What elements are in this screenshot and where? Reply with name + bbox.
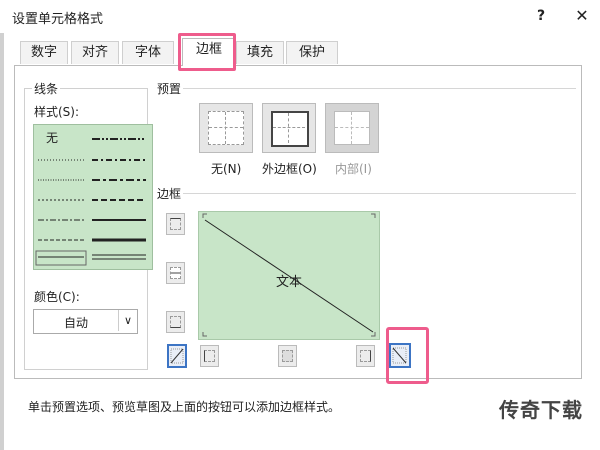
- chevron-down-icon[interactable]: ∨: [118, 310, 137, 331]
- line-style-samples: [35, 138, 146, 266]
- preset-outline-icon: [271, 111, 309, 147]
- border-bottom-button[interactable]: [166, 311, 185, 333]
- help-button[interactable]: ?: [531, 6, 551, 26]
- color-label: 颜色(C):: [32, 288, 82, 305]
- line-group-label: 线条: [32, 80, 61, 97]
- border-inside-vertical-button[interactable]: [278, 345, 297, 367]
- preset-none-button[interactable]: [199, 103, 253, 153]
- close-button[interactable]: ✕: [572, 6, 592, 26]
- window-edge: [0, 33, 4, 450]
- title-bar: 设置单元格格式 ? ✕: [0, 0, 600, 32]
- watermark: 传奇下载: [499, 398, 583, 422]
- color-value: 自动: [64, 316, 89, 330]
- preset-inside-label: 内部(I): [335, 162, 372, 176]
- preset-none-label: 无(N): [211, 162, 242, 176]
- style-label: 样式(S):: [32, 103, 82, 120]
- diagonal-up-icon: [170, 348, 184, 364]
- window-title: 设置单元格格式: [12, 12, 104, 27]
- border-inside-horizontal-button[interactable]: [166, 262, 185, 284]
- tab-protection[interactable]: 保护: [286, 41, 338, 64]
- line-style-selected: [35, 250, 87, 266]
- tab-alignment[interactable]: 对齐: [71, 41, 119, 64]
- preview-text: 文本: [276, 275, 303, 290]
- hint-text: 单击预置选项、预览草图及上面的按钮可以添加边框样式。: [28, 400, 341, 414]
- preset-outline-button[interactable]: [262, 103, 316, 153]
- diagonal-down-highlight: [386, 327, 429, 384]
- preset-none-icon: [208, 111, 244, 145]
- line-style-list[interactable]: 无: [33, 124, 153, 270]
- border-top-button[interactable]: [166, 213, 185, 235]
- tab-number[interactable]: 数字: [20, 41, 68, 64]
- tab-border[interactable]: 边框: [178, 33, 236, 71]
- presets-label: 预置: [155, 80, 184, 97]
- border-right-button[interactable]: [356, 345, 375, 367]
- color-dropdown[interactable]: 自动 ∨: [33, 309, 138, 334]
- preset-inside-icon: [334, 111, 370, 145]
- preset-outline-label: 外边框(O): [262, 162, 317, 176]
- border-preview[interactable]: 文本: [198, 211, 380, 340]
- tab-border-label: 边框: [195, 42, 222, 57]
- border-divider: [183, 193, 576, 194]
- tab-font[interactable]: 字体: [122, 41, 174, 64]
- border-diagonal-up-button[interactable]: [167, 344, 187, 368]
- tab-fill[interactable]: 填充: [236, 41, 284, 64]
- border-label: 边框: [155, 185, 184, 202]
- border-left-button[interactable]: [200, 345, 219, 367]
- presets-divider: [183, 88, 576, 89]
- preset-inside-button[interactable]: [325, 103, 379, 153]
